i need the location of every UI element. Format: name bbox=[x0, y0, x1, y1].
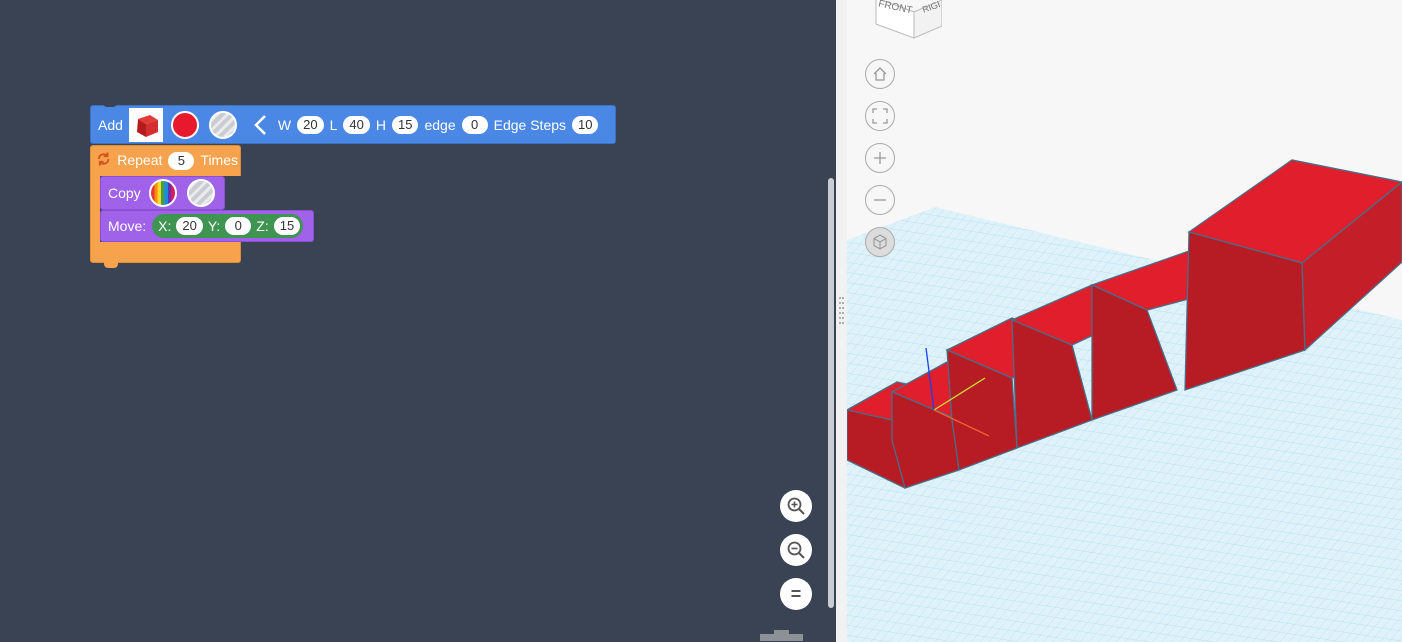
perspective-view-button[interactable] bbox=[865, 227, 895, 257]
minus-icon bbox=[874, 199, 886, 201]
edge-label: edge bbox=[424, 116, 456, 133]
width-field[interactable]: 20 bbox=[297, 115, 324, 134]
length-field[interactable]: 40 bbox=[343, 115, 370, 134]
fit-to-view-icon bbox=[872, 108, 888, 124]
plus-icon bbox=[874, 152, 886, 164]
edge-steps-field[interactable]: 10 bbox=[572, 115, 599, 134]
add-block[interactable]: Add W 20 L 40 H 15 edge 0 Edge Steps 10 bbox=[90, 105, 616, 144]
zoom-out-icon bbox=[787, 541, 805, 559]
fit-view-button[interactable] bbox=[865, 101, 895, 131]
zoom-in-view-button[interactable] bbox=[865, 143, 895, 173]
add-notch bbox=[103, 102, 117, 107]
zoom-in-button[interactable] bbox=[780, 490, 812, 522]
zoom-in-icon bbox=[787, 497, 805, 515]
edge-field[interactable]: 0 bbox=[461, 115, 488, 134]
workspace-scrollbar[interactable] bbox=[828, 178, 834, 608]
color-swatch-red[interactable] bbox=[170, 110, 199, 139]
zoom-out-view-button[interactable] bbox=[865, 185, 895, 215]
copy-block[interactable]: Copy bbox=[100, 176, 225, 210]
cube-icon bbox=[136, 114, 158, 137]
length-label: L bbox=[329, 116, 338, 133]
repeat-icon bbox=[97, 152, 110, 166]
move-label: Move: bbox=[108, 218, 147, 234]
repeat-label: Repeat bbox=[117, 152, 163, 168]
color-swatch-rainbow[interactable] bbox=[148, 179, 177, 207]
material-swatch-none-copy[interactable] bbox=[186, 179, 215, 207]
chevron-left-icon[interactable] bbox=[252, 114, 270, 136]
home-view-button[interactable] bbox=[865, 59, 895, 89]
home-icon bbox=[873, 67, 887, 81]
move-block[interactable]: Move: X: 20 Y: 0 Z: 15 bbox=[100, 210, 314, 242]
pane-divider[interactable] bbox=[836, 0, 847, 642]
cube-outline-icon bbox=[873, 234, 887, 250]
3d-viewport[interactable]: FRONT RIGHT bbox=[847, 0, 1402, 642]
move-coords: X: 20 Y: 0 Z: 15 bbox=[152, 214, 304, 238]
scene bbox=[847, 159, 1402, 642]
box-shape-thumbnail[interactable] bbox=[128, 107, 163, 142]
zoom-reset-label: = bbox=[790, 583, 802, 604]
move-x-label: X: bbox=[158, 218, 172, 234]
zoom-out-button[interactable] bbox=[780, 534, 812, 566]
width-label: W bbox=[277, 116, 292, 133]
edge-steps-label: Edge Steps bbox=[493, 116, 567, 133]
copy-label: Copy bbox=[108, 185, 141, 201]
height-field[interactable]: 15 bbox=[392, 115, 419, 134]
move-x-field[interactable]: 20 bbox=[176, 217, 203, 235]
move-y-label: Y: bbox=[207, 218, 221, 234]
repeat-notch bbox=[104, 262, 118, 268]
height-label: H bbox=[375, 116, 386, 133]
move-z-field[interactable]: 15 bbox=[273, 217, 301, 235]
move-y-field[interactable]: 0 bbox=[225, 217, 252, 235]
repeat-count-field[interactable]: 5 bbox=[168, 152, 195, 170]
trash-icon[interactable] bbox=[760, 630, 804, 642]
drag-handle-icon bbox=[839, 297, 844, 324]
repeat-times-label: Times bbox=[200, 152, 238, 168]
view-cube[interactable]: FRONT RIGHT bbox=[872, 0, 942, 43]
material-swatch-none[interactable] bbox=[208, 110, 237, 139]
add-label: Add bbox=[98, 116, 123, 133]
blocks-workspace[interactable]: Repeat 5 Times Add W 20 L 40 H 15 edge 0… bbox=[0, 0, 836, 642]
zoom-reset-button[interactable]: = bbox=[780, 578, 812, 610]
move-z-label: Z: bbox=[256, 218, 269, 234]
